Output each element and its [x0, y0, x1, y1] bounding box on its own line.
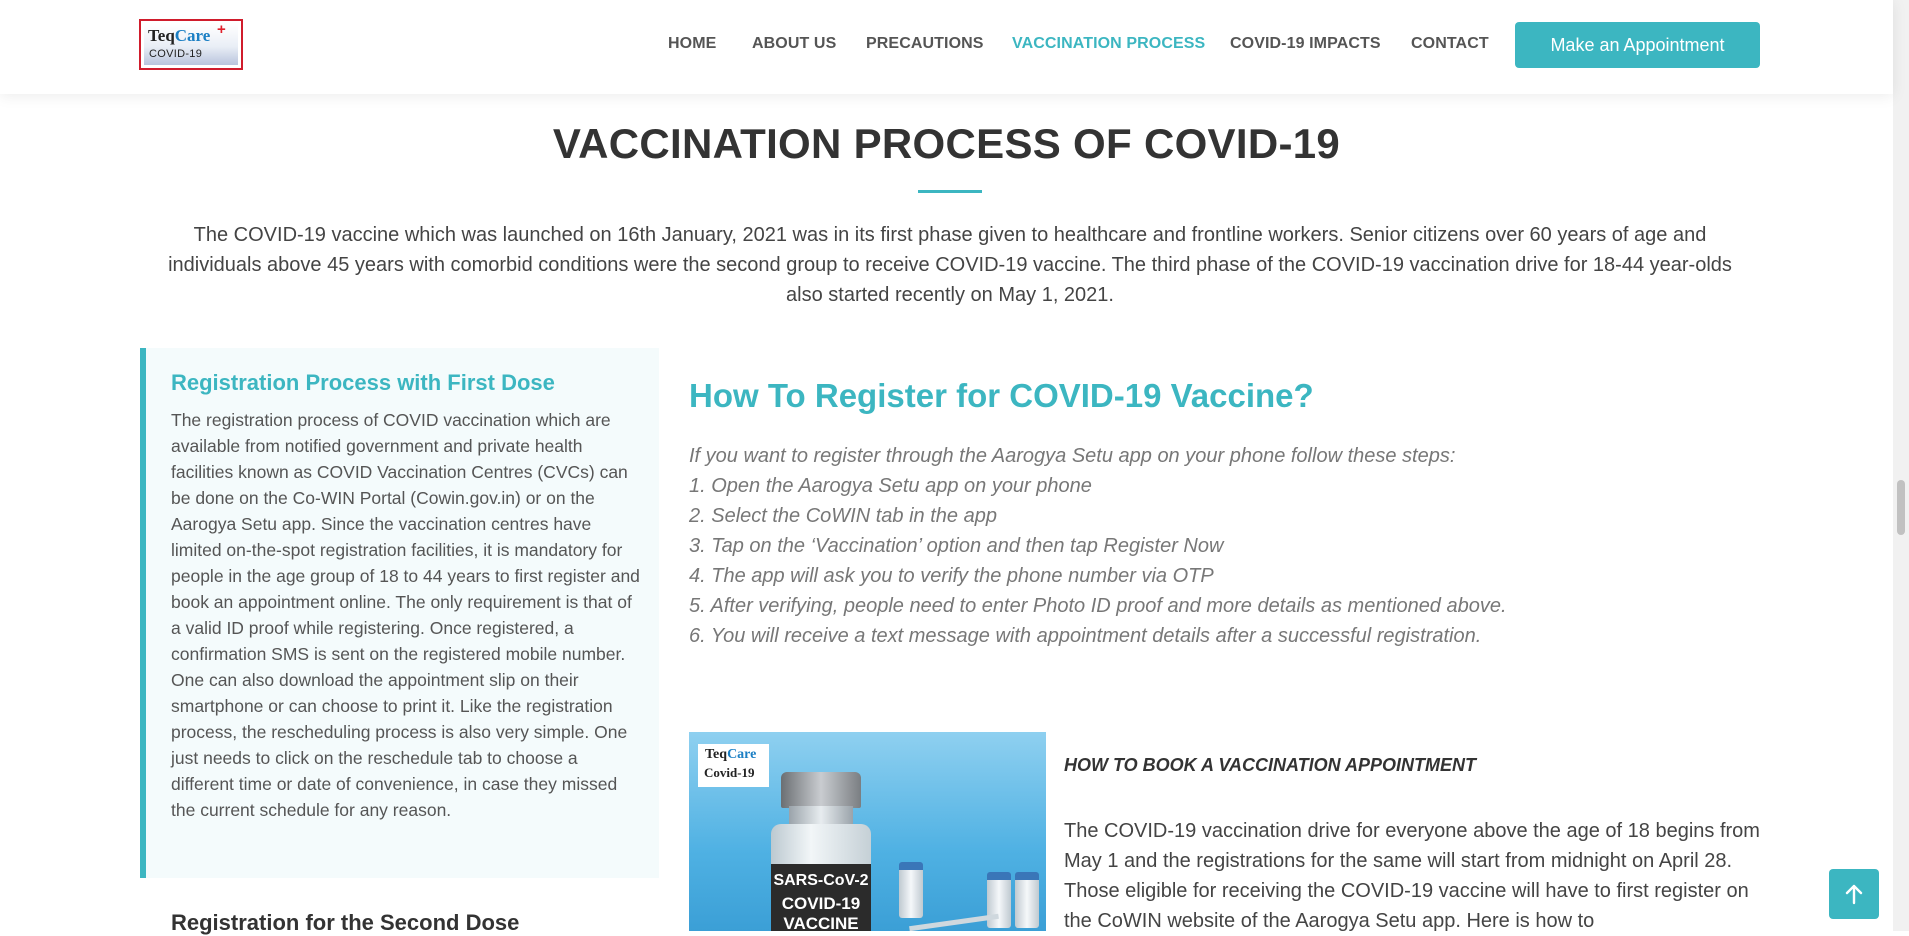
- step-item: 6. You will receive a text message with …: [689, 625, 1482, 647]
- small-vial: [1015, 872, 1039, 928]
- step-item: 5. After verifying, people need to enter…: [689, 595, 1507, 617]
- vial-label-line-3: VACCINE: [783, 914, 859, 931]
- logo-word-care: Care: [174, 26, 211, 45]
- logo-subtitle: COVID-19: [149, 48, 203, 60]
- second-dose-heading: Registration for the Second Dose: [171, 910, 520, 935]
- steps-intro: If you want to register through the Aaro…: [689, 445, 1456, 467]
- image-logo-subtitle: Covid-19: [704, 765, 755, 780]
- registration-steps-list: If you want to register through the Aaro…: [689, 441, 1507, 651]
- registration-first-dose-box: Registration Process with First Dose The…: [140, 348, 659, 878]
- small-vial: [899, 862, 923, 918]
- booking-heading: HOW TO BOOK A VACCINATION APPOINTMENT: [1064, 755, 1476, 775]
- title-underline: [918, 190, 982, 193]
- logo-word-teq: Teq: [148, 26, 175, 45]
- intro-paragraph: The COVID-19 vaccine which was launched …: [168, 224, 1732, 306]
- nav-covid-impacts[interactable]: COVID-19 IMPACTS: [1230, 35, 1381, 53]
- first-dose-heading: Registration Process with First Dose: [171, 370, 555, 395]
- how-to-register-heading: How To Register for COVID-19 Vaccine?: [689, 377, 1314, 414]
- step-item: 1. Open the Aarogya Setu app on your pho…: [689, 475, 1092, 497]
- vial-label: SARS-CoV-2 COVID-19 VACCINE: [771, 864, 871, 931]
- page-scrollbar[interactable]: [1893, 0, 1909, 931]
- scrollbar-thumb[interactable]: [1897, 480, 1905, 535]
- back-to-top-button[interactable]: [1829, 869, 1879, 919]
- vial-label-line-2: COVID-19: [781, 894, 861, 913]
- step-item: 3. Tap on the ‘Vaccination’ option and t…: [689, 535, 1224, 557]
- arrow-up-icon: [1845, 884, 1863, 905]
- vial-label-line-1: SARS-CoV-2: [773, 872, 869, 889]
- logo-wordmark: TeqCare: [148, 26, 210, 46]
- image-logo-care: Care: [727, 747, 757, 762]
- vaccine-image: TeqCare Covid-19 SARS-CoV-2 COVID-19 VAC…: [689, 732, 1046, 931]
- page-title: VACCINATION PROCESS OF COVID-19: [552, 120, 1341, 167]
- step-item: 2. Select the CoWIN tab in the app: [689, 505, 997, 527]
- step-item: 4. The app will ask you to verify the ph…: [689, 565, 1214, 587]
- nav-home[interactable]: HOME: [668, 35, 716, 53]
- vial-neck: [789, 806, 853, 824]
- site-logo[interactable]: TeqCare + COVID-19: [139, 19, 243, 70]
- nav-vaccination-process[interactable]: VACCINATION PROCESS: [1012, 35, 1205, 53]
- site-header: TeqCare + COVID-19 HOME ABOUT US PRECAUT…: [0, 0, 1893, 94]
- nav-about-us[interactable]: ABOUT US: [752, 35, 836, 53]
- first-dose-text: The registration process of COVID vaccin…: [171, 410, 640, 820]
- vial-cap: [781, 772, 861, 808]
- nav-contact[interactable]: CONTACT: [1411, 35, 1489, 53]
- image-logo-wordmark: TeqCare: [705, 747, 756, 763]
- nav-precautions[interactable]: PRECAUTIONS: [866, 35, 984, 53]
- image-logo-teq: Teq: [705, 747, 728, 762]
- booking-text: The COVID-19 vaccination drive for every…: [1064, 820, 1760, 932]
- image-logo: TeqCare Covid-19: [698, 744, 769, 787]
- make-appointment-button[interactable]: Make an Appointment: [1515, 22, 1760, 68]
- logo-plus-icon: +: [217, 21, 226, 38]
